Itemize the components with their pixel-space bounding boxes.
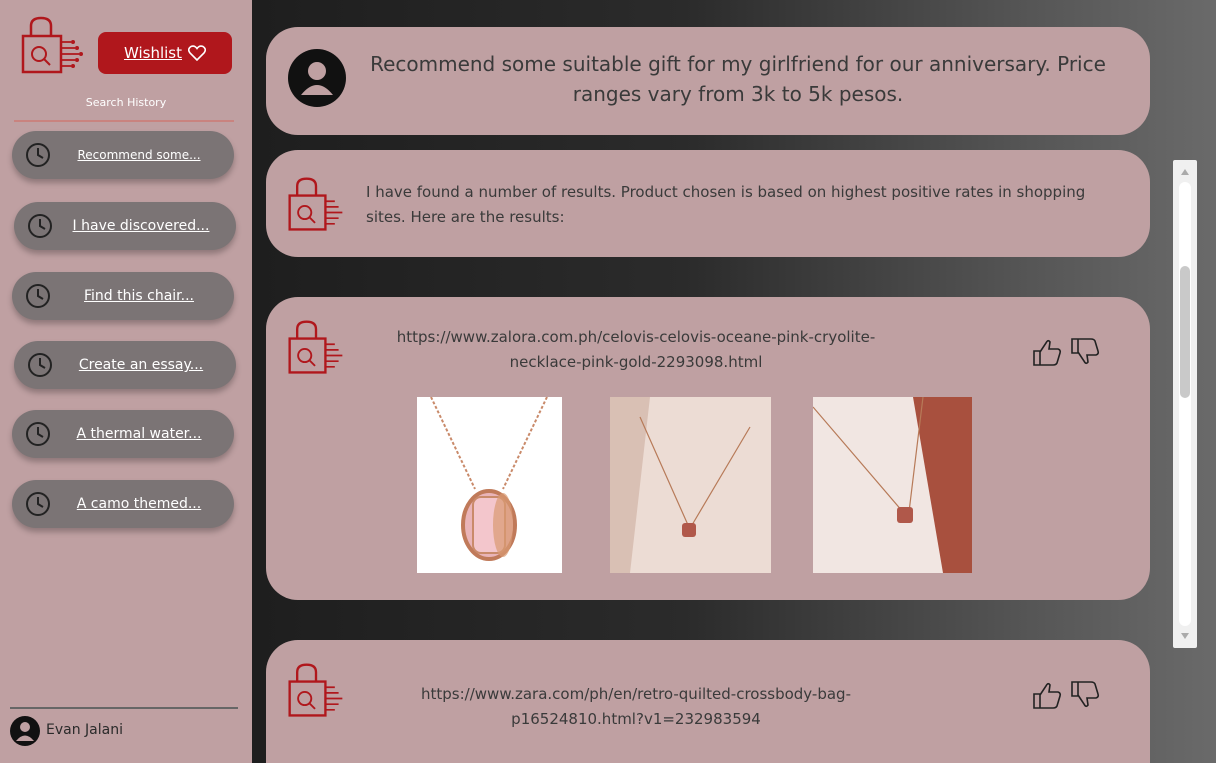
history-item-1[interactable]: Recommend some... [12, 131, 234, 179]
clock-icon [26, 492, 50, 516]
product-image[interactable] [813, 397, 972, 573]
result-card-1: https://www.zalora.com.ph/celovis-celovi… [266, 297, 1150, 600]
product-link[interactable]: https://www.zara.com/ph/en/retro-quilted… [386, 682, 886, 732]
scroll-up-arrow[interactable] [1173, 164, 1197, 180]
product-link[interactable]: https://www.zalora.com.ph/celovis-celovi… [386, 325, 886, 375]
sidebar-divider [10, 707, 238, 709]
user-avatar-icon [288, 49, 346, 107]
history-label: I have discovered... [72, 218, 210, 234]
user-message-text: Recommend some suitable gift for my girl… [370, 52, 1106, 106]
history-label: Recommend some... [77, 148, 201, 162]
sidebar: Wishlist Search History Recommend some..… [0, 0, 252, 763]
scroll-track[interactable] [1179, 182, 1191, 626]
feedback-buttons [1030, 335, 1102, 369]
history-item-3[interactable]: Find this chair... [12, 272, 234, 320]
history-label: A thermal water... [76, 426, 202, 442]
app-logo-icon[interactable] [17, 14, 85, 78]
result-card-2: https://www.zara.com/ph/en/retro-quilted… [266, 640, 1150, 763]
thumbs-down-icon[interactable] [1068, 335, 1102, 369]
history-divider [14, 120, 234, 122]
wishlist-label: Wishlist [123, 44, 183, 62]
thumbs-up-icon[interactable] [1030, 335, 1064, 369]
bot-logo-icon [288, 177, 343, 231]
wishlist-button[interactable]: Wishlist [98, 32, 232, 74]
history-label: Create an essay... [78, 357, 204, 373]
chat-area: Recommend some suitable gift for my girl… [252, 0, 1216, 763]
feedback-buttons [1030, 678, 1102, 712]
scroll-down-arrow[interactable] [1173, 628, 1197, 644]
user-message-card: Recommend some suitable gift for my girl… [266, 27, 1150, 135]
history-label: A camo themed... [76, 496, 202, 512]
chat-scrollbar[interactable] [1173, 160, 1197, 648]
clock-icon [26, 143, 50, 167]
history-label: Find this chair... [84, 288, 194, 304]
history-item-4[interactable]: Create an essay... [14, 341, 236, 389]
bot-message-card: I have found a number of results. Produc… [266, 150, 1150, 257]
history-item-2[interactable]: I have discovered... [14, 202, 236, 250]
heart-icon [188, 45, 207, 61]
scroll-thumb[interactable] [1180, 266, 1190, 398]
clock-icon [26, 422, 50, 446]
clock-icon [28, 214, 52, 238]
clock-icon [28, 353, 52, 377]
product-image[interactable] [417, 397, 562, 573]
user-avatar-icon[interactable] [10, 716, 40, 746]
search-history-title: Search History [85, 96, 167, 109]
history-item-6[interactable]: A camo themed... [12, 480, 234, 528]
thumbs-down-icon[interactable] [1068, 678, 1102, 712]
bot-message-text: I have found a number of results. Produc… [366, 183, 1086, 226]
clock-icon [26, 284, 50, 308]
bot-logo-icon [288, 663, 343, 717]
product-image[interactable] [610, 397, 771, 573]
bot-logo-icon [288, 320, 343, 374]
history-item-5[interactable]: A thermal water... [12, 410, 234, 458]
user-name: Evan Jalani [46, 722, 123, 738]
thumbs-up-icon[interactable] [1030, 678, 1064, 712]
